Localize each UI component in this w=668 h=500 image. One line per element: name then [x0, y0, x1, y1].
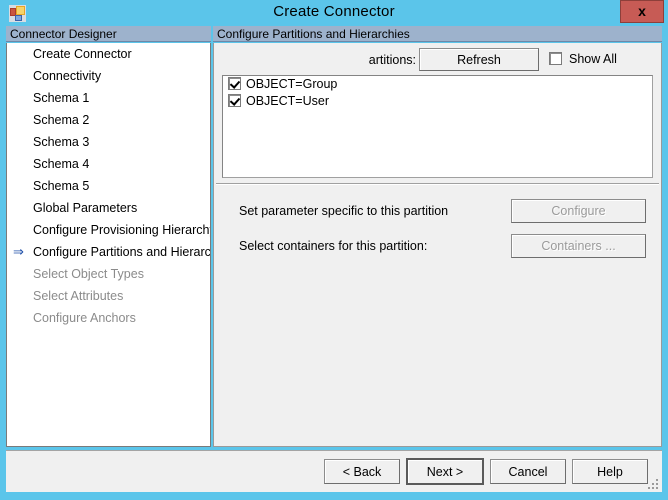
sidebar-item-label: Create Connector [33, 47, 132, 61]
title-bar[interactable]: Create Connector x [0, 0, 668, 26]
sidebar-item-label: Connectivity [33, 69, 102, 83]
sidebar-item-configure-partitions-and-hierarchies[interactable]: ⇒ Configure Partitions and Hierarchies [7, 241, 210, 263]
containers-button[interactable]: Containers ... [511, 234, 646, 258]
sidebar-item-global-parameters[interactable]: Global Parameters [7, 197, 210, 219]
sidebar-item-schema-2[interactable]: Schema 2 [7, 109, 210, 131]
sidebar-item-schema-1[interactable]: Schema 1 [7, 87, 210, 109]
create-connector-window: Create Connector x Connector Designer Cr… [0, 0, 668, 500]
partition-list-item[interactable]: OBJECT=Group [223, 76, 652, 93]
sidebar-item-configure-provisioning-hierarchy[interactable]: Configure Provisioning Hierarchy [7, 219, 210, 241]
next-button[interactable]: Next > [406, 458, 484, 485]
current-step-arrow-icon: ⇒ [13, 244, 24, 259]
configure-button[interactable]: Configure [511, 199, 646, 223]
back-button[interactable]: < Back [324, 459, 400, 484]
close-button[interactable]: x [620, 0, 664, 23]
sidebar-item-select-attributes: Select Attributes [7, 285, 210, 307]
partition-list-item[interactable]: OBJECT=User [223, 93, 652, 110]
sidebar-item-create-connector[interactable]: Create Connector [7, 43, 210, 65]
show-all-label: Show All [569, 52, 617, 66]
resize-grip[interactable] [646, 477, 660, 491]
sidebar-nav-list: Create Connector Connectivity Schema 1 Sche… [6, 43, 211, 447]
set-parameter-label: Set parameter specific to this partition [239, 204, 449, 218]
sidebar-item-label: Select Object Types [33, 267, 144, 281]
show-all-checkbox[interactable]: Show All [549, 52, 617, 66]
main-panel-header: Configure Partitions and Hierarchies [213, 26, 662, 42]
sidebar-item-label: Schema 3 [33, 135, 90, 149]
sidebar-item-label: Schema 5 [33, 179, 90, 193]
partitions-label: artitions: [368, 53, 416, 67]
select-containers-label: Select containers for this partition: [239, 239, 428, 253]
cancel-button[interactable]: Cancel [490, 459, 566, 484]
sidebar-item-label: Schema 4 [33, 157, 90, 171]
sidebar-item-schema-5[interactable]: Schema 5 [7, 175, 210, 197]
show-all-checkbox-box[interactable] [549, 52, 562, 65]
sidebar-item-select-object-types: Select Object Types [7, 263, 210, 285]
sidebar-item-label: Select Attributes [33, 289, 124, 303]
sidebar-item-label: Configure Anchors [33, 311, 136, 325]
partition-label: OBJECT=User [246, 94, 330, 108]
sidebar-header: Connector Designer [6, 26, 211, 42]
partition-label: OBJECT=Group [246, 77, 338, 91]
section-divider [216, 183, 659, 185]
dialog-footer: < Back Next > Cancel Help [6, 450, 662, 492]
sidebar-item-schema-3[interactable]: Schema 3 [7, 131, 210, 153]
sidebar-item-label: Schema 1 [33, 91, 90, 105]
sidebar-item-label: Global Parameters [33, 201, 138, 215]
sidebar-item-label: Schema 2 [33, 113, 90, 127]
partition-checkbox[interactable] [228, 77, 241, 90]
sidebar-item-configure-anchors: Configure Anchors [7, 307, 210, 329]
sidebar-item-schema-4[interactable]: Schema 4 [7, 153, 210, 175]
window-title: Create Connector [273, 3, 395, 20]
help-button[interactable]: Help [572, 459, 648, 484]
sidebar-item-label: Configure Provisioning Hierarchy [33, 223, 211, 237]
sidebar-item-connectivity[interactable]: Connectivity [7, 65, 210, 87]
refresh-button[interactable]: Refresh [419, 48, 539, 71]
partition-checkbox[interactable] [228, 94, 241, 107]
partitions-list[interactable]: OBJECT=Group OBJECT=User [222, 75, 653, 178]
sidebar-item-label: Configure Partitions and Hierarchies [33, 245, 211, 259]
main-panel: artitions: Refresh Show All OBJECT=Group… [213, 43, 662, 447]
